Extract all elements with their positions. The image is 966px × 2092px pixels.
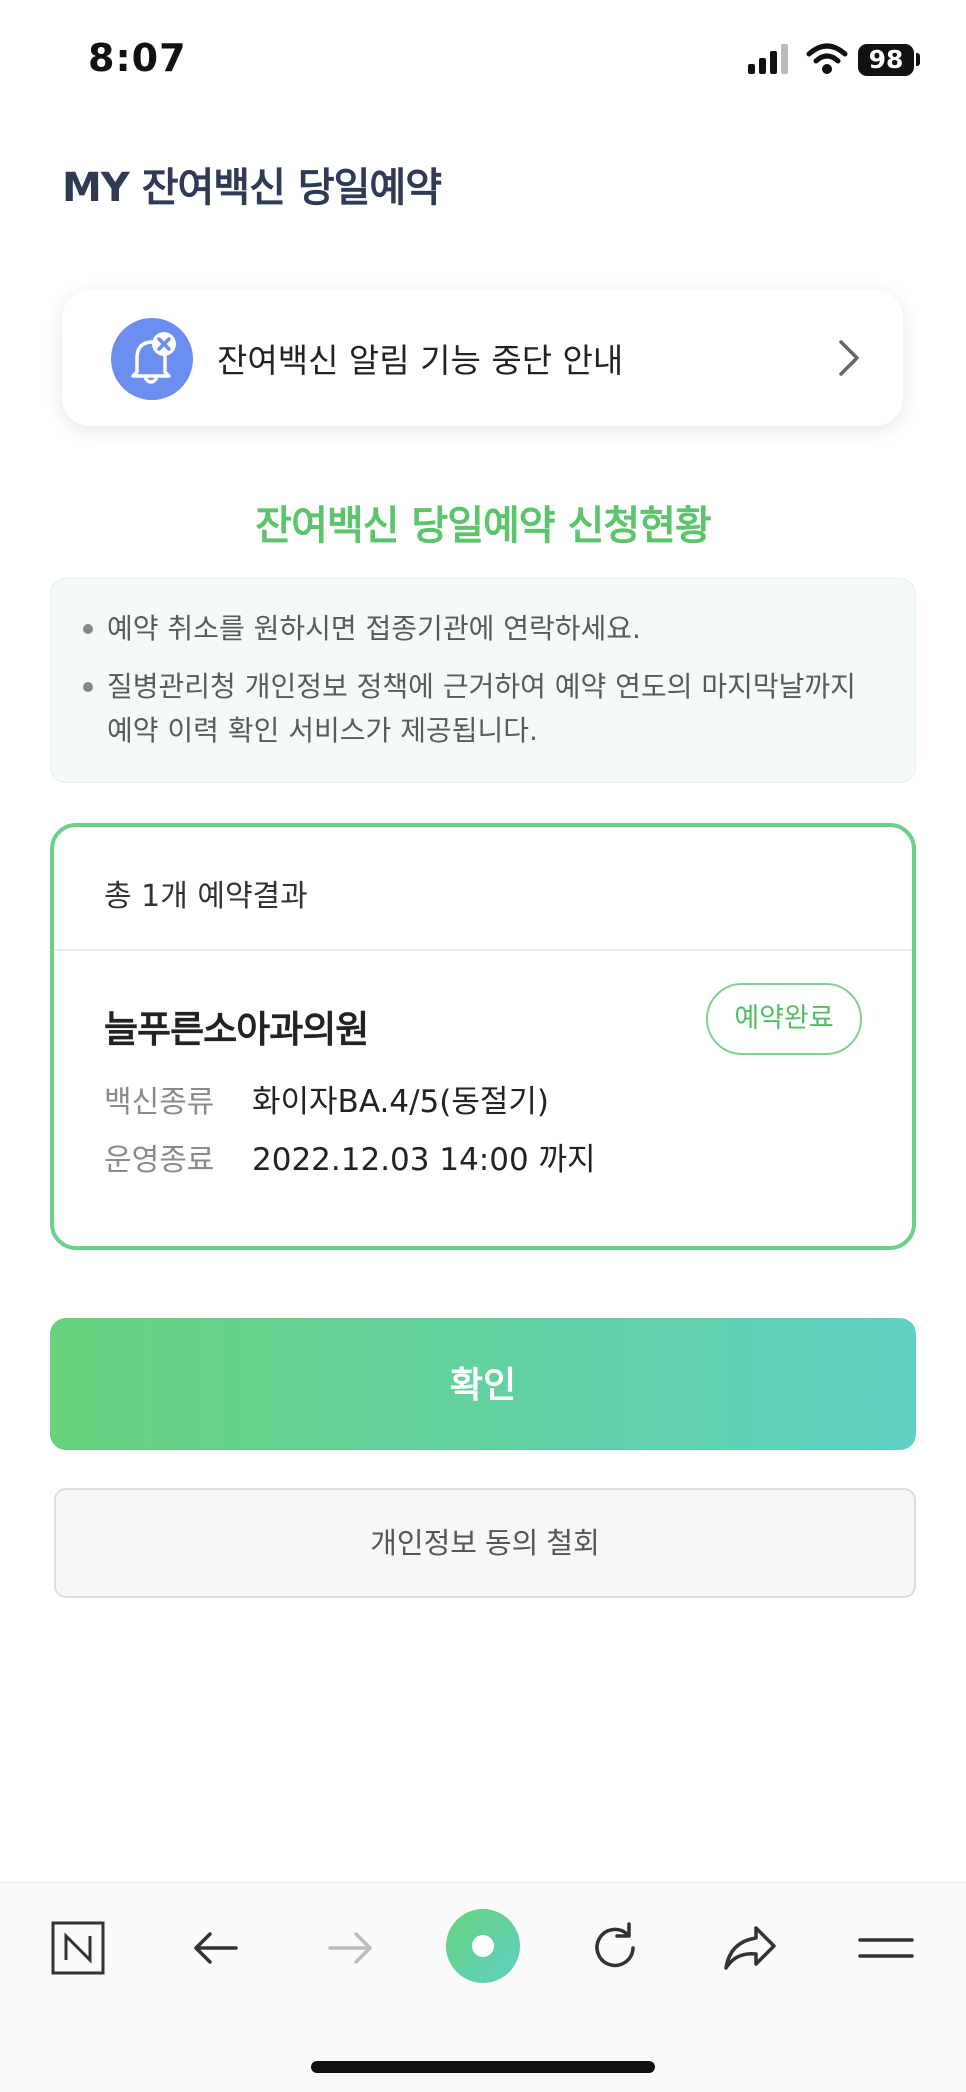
menu-icon[interactable] xyxy=(858,1920,914,1976)
bullet-dot xyxy=(83,624,93,634)
forward-arrow-icon[interactable] xyxy=(322,1920,378,1976)
reservation-result-card: 총 1개 예약결과 늘푸른소아과의원 예약완료 백신종류 화이자BA.4/5(동… xyxy=(50,823,916,1250)
page-title: MY 잔여백신 당일예약 xyxy=(62,165,442,211)
confirm-button[interactable]: 확인 xyxy=(50,1318,916,1450)
browser-toolbar xyxy=(0,1882,966,2092)
share-icon[interactable] xyxy=(720,1920,780,1976)
divider xyxy=(54,949,912,951)
chevron-right-icon xyxy=(839,340,859,376)
info-box: 예약 취소를 원하시면 접종기관에 연락하세요. 질병관리청 개인정보 정책에 … xyxy=(50,578,916,783)
home-indicator xyxy=(311,2061,655,2073)
bell-off-icon xyxy=(111,318,193,400)
result-count: 총 1개 예약결과 xyxy=(104,879,308,914)
clinic-name: 늘푸른소아과의원 xyxy=(104,1008,369,1051)
vaccine-type-value: 화이자BA.4/5(동절기) xyxy=(252,1084,549,1120)
naver-home-icon[interactable] xyxy=(50,1920,106,1976)
cellular-signal-icon xyxy=(748,44,788,74)
section-title: 잔여백신 당일예약 신청현황 xyxy=(255,503,711,549)
status-time: 8:07 xyxy=(88,36,187,80)
operation-end-label: 운영종료 xyxy=(104,1143,215,1178)
notice-card[interactable]: 잔여백신 알림 기능 중단 안내 xyxy=(62,290,903,426)
notice-text: 잔여백신 알림 기능 중단 안내 xyxy=(217,341,624,380)
info-line: 예약 이력 확인 서비스가 제공됩니다. xyxy=(107,714,538,747)
operation-end-value: 2022.12.03 14:00 까지 xyxy=(252,1142,596,1178)
battery-level: 98 xyxy=(858,44,914,76)
info-line: 예약 취소를 원하시면 접종기관에 연락하세요. xyxy=(107,612,641,645)
refresh-icon[interactable] xyxy=(587,1920,643,1976)
battery-cap xyxy=(916,53,920,66)
status-badge: 예약완료 xyxy=(706,983,862,1055)
status-bar: 8:07 98 xyxy=(0,0,966,120)
back-arrow-icon[interactable] xyxy=(188,1920,244,1976)
info-line: 질병관리청 개인정보 정책에 근거하여 예약 연도의 마지막날까지 xyxy=(107,670,856,703)
green-dot-button-icon[interactable] xyxy=(444,1907,522,1985)
vaccine-type-label: 백신종류 xyxy=(104,1085,215,1120)
bullet-dot xyxy=(83,682,93,692)
withdraw-consent-button[interactable]: 개인정보 동의 철회 xyxy=(54,1488,916,1598)
wifi-icon xyxy=(806,43,848,74)
